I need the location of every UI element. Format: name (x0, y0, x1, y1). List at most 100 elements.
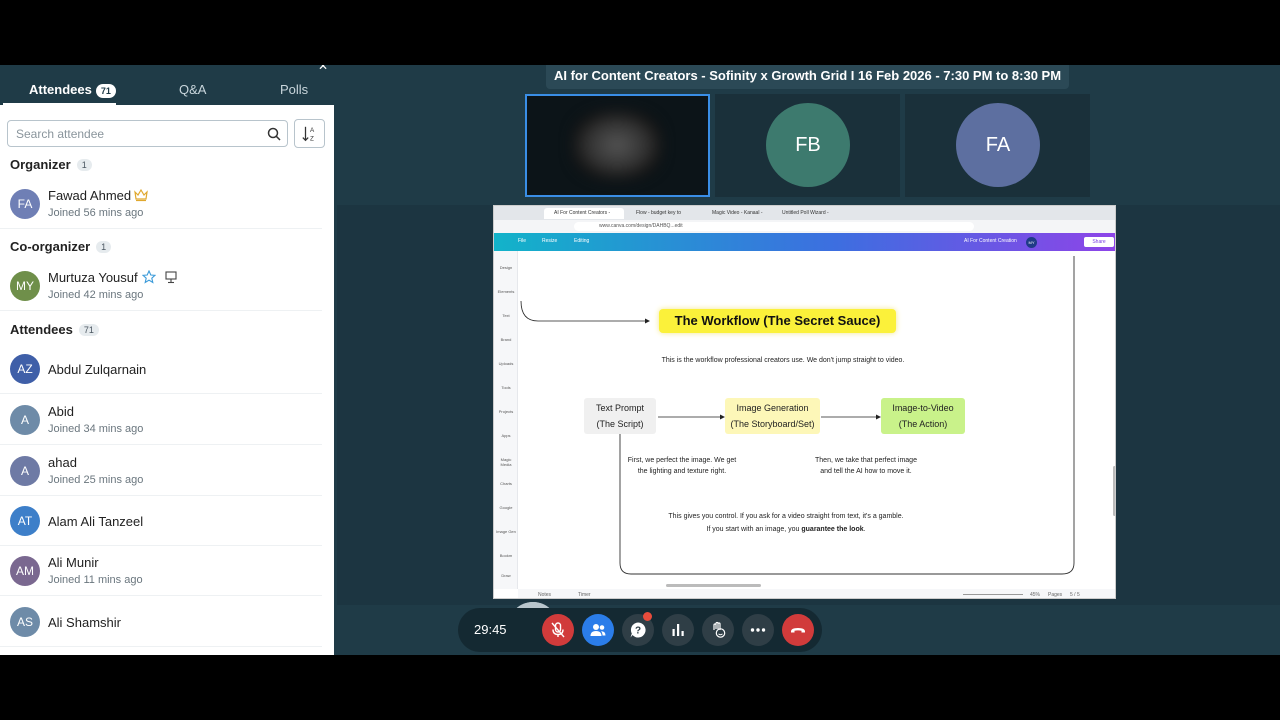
canva-side-item[interactable]: Image Gen (496, 529, 516, 534)
avatar: A (10, 456, 40, 486)
canva-resize-menu[interactable]: Resize (542, 238, 557, 244)
flow-box-label: Text Prompt (595, 403, 644, 413)
avatar: FB (766, 103, 850, 187)
video-tile-fb[interactable]: FB (715, 94, 900, 197)
end-call-button[interactable] (782, 614, 814, 646)
list-item[interactable]: AT Alam Ali Tanzeel (0, 496, 322, 546)
url-field[interactable]: www.canva.com/design/DAHBQ...edit (574, 222, 974, 231)
list-item[interactable]: AZ Abdul Zulqarnain (0, 344, 322, 394)
pages-button[interactable]: Pages (1048, 592, 1062, 598)
co-organizer-count: 1 (96, 241, 112, 253)
question-icon: ? (630, 622, 646, 638)
canva-file-menu[interactable]: File (518, 238, 526, 244)
slide-canvas: The Workflow (The Secret Sauce) This is … (518, 251, 1115, 589)
tab-attendees[interactable]: Attendees 71 (29, 65, 116, 105)
meeting-timer: 29:45 (474, 622, 507, 637)
canva-side-item[interactable]: Elements (496, 289, 516, 294)
attendee-name: Fawad Ahmed (48, 188, 132, 203)
list-item[interactable]: A ahad Joined 25 mins ago (0, 446, 322, 496)
star-icon (142, 270, 156, 284)
avatar: MY (10, 271, 40, 301)
avatar: A (10, 405, 40, 435)
horizontal-scrollbar[interactable] (666, 584, 761, 587)
attendee-name: Ali Munir (48, 555, 99, 570)
co-organizer-heading: Co-organizer 1 (10, 239, 112, 254)
search-input[interactable] (16, 125, 256, 143)
canva-side-panel: Design Elements Text Brand Uploads Tools… (494, 251, 518, 589)
tab-qa[interactable]: Q&A (179, 65, 206, 105)
canva-side-item[interactable]: Draw (496, 573, 516, 578)
slide-note-2: Then, we take that perfect image and tel… (806, 455, 926, 477)
canva-side-item[interactable]: Google (496, 505, 516, 510)
joined-time: Joined 56 mins ago (48, 207, 144, 219)
sidebar-tabs: Attendees 71 Q&A Polls ✕ (0, 65, 334, 105)
webinar-app: Attendees71 Q&A Polls ✕ A Z Organizer1 (0, 65, 1280, 655)
joined-time: Joined 11 mins ago (48, 574, 143, 586)
canva-side-item[interactable]: Uploads (496, 361, 516, 366)
tab-polls[interactable]: Polls (280, 65, 308, 105)
canva-share-button[interactable]: Share (1084, 237, 1114, 247)
participants-button[interactable] (582, 614, 614, 646)
svg-text:A: A (310, 127, 315, 134)
attendees-count-badge: 71 (95, 83, 116, 98)
canva-side-item[interactable]: Apps (496, 433, 516, 438)
canva-side-item[interactable]: Design (496, 265, 516, 270)
list-item[interactable]: MY Murtuza Yousuf Joined 42 mins ago (0, 261, 322, 311)
svg-text:?: ? (635, 626, 641, 637)
sort-button[interactable]: A Z (294, 119, 325, 148)
zoom-slider[interactable] (963, 594, 1023, 595)
canva-toolbar: File Resize Editing AI For Content Creat… (494, 233, 1115, 251)
flow-box-label: Image-to-Video (892, 403, 954, 413)
list-item[interactable]: AS Ali Shamshir (0, 597, 322, 647)
bottom-line-bold: guarantee the look (801, 526, 864, 533)
browser-tab[interactable]: Magic Video - Kanaal - Canva (702, 208, 764, 227)
canva-side-item[interactable]: Charts (496, 481, 516, 486)
list-item[interactable]: FA Fawad Ahmed Joined 56 mins ago (0, 179, 322, 229)
list-item[interactable]: AM Ali Munir Joined 11 mins ago (0, 546, 322, 596)
presenter-icon (165, 271, 177, 284)
more-icon (750, 628, 766, 632)
browser-tab[interactable]: AI For Content Creators - White (544, 208, 624, 227)
canva-side-item[interactable]: Magic Media (496, 457, 516, 467)
canva-side-item[interactable]: Projects (496, 409, 516, 414)
notes-button[interactable]: Notes (538, 592, 551, 598)
video-tile-self[interactable] (525, 94, 710, 197)
reactions-button[interactable] (702, 614, 734, 646)
canva-side-item[interactable]: Tools (496, 385, 516, 390)
zoom-level: 45% (1030, 592, 1041, 598)
organizer-count: 1 (76, 159, 92, 171)
canva-footer: Notes Timer 45% Pages 5 / 5 (518, 589, 1115, 598)
attendees-section-count: 71 (78, 324, 99, 336)
mute-button[interactable] (542, 614, 574, 646)
attendee-name: Alam Ali Tanzeel (48, 514, 144, 529)
raise-hand-icon (713, 621, 726, 638)
search-icon[interactable] (267, 127, 281, 141)
avatar: AT (10, 506, 40, 536)
avatar: FA (10, 189, 40, 219)
browser-tab[interactable]: Untitled Poll Wizard - Canva (772, 208, 834, 227)
people-icon (590, 624, 606, 636)
canva-side-item[interactable]: Brand (496, 337, 516, 342)
list-item[interactable]: A Abid Joined 34 mins ago (0, 395, 322, 445)
hang-up-icon (791, 628, 805, 633)
avatar: AS (10, 607, 40, 637)
bottom-line: If you start with an image, you guarante… (636, 523, 936, 536)
more-button[interactable] (742, 614, 774, 646)
note-line: Then, we take that perfect image (815, 457, 917, 464)
video-tile-fa[interactable]: FA (905, 94, 1090, 197)
canva-side-item[interactable]: Bookm (496, 553, 516, 558)
flow-box-text-prompt: Text Prompt (The Script) (584, 398, 656, 434)
polls-button[interactable] (662, 614, 694, 646)
joined-time: Joined 25 mins ago (48, 474, 144, 486)
close-icon[interactable]: ✕ (318, 65, 328, 73)
vertical-scrollbar[interactable] (1113, 466, 1115, 516)
canva-editing-menu[interactable]: Editing (574, 238, 589, 244)
slide-note-1: First, we perfect the image. We get the … (622, 455, 742, 477)
tab-qa-label: Q&A (179, 82, 207, 97)
meeting-title: AI for Content Creators - Sofinity x Gro… (546, 65, 1069, 89)
browser-address-bar: www.canva.com/design/DAHBQ...edit (494, 220, 1115, 233)
browser-tab[interactable]: Flow - budget key to video (626, 208, 688, 227)
attendee-name: Ali Shamshir (48, 615, 121, 630)
timer-button[interactable]: Timer (578, 592, 591, 598)
canva-side-item[interactable]: Text (496, 313, 516, 318)
